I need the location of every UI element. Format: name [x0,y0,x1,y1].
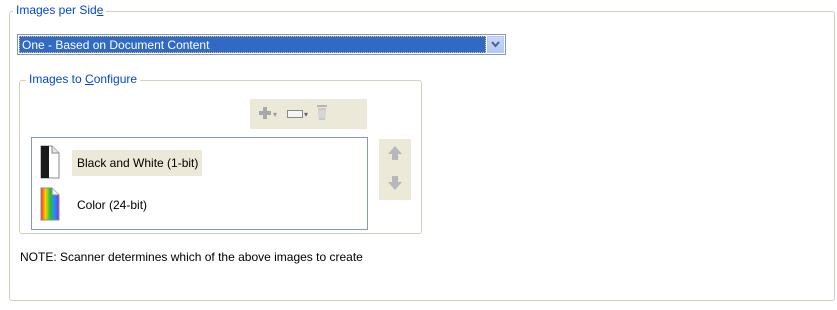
image-toolbar: ▾ ▾ [250,99,367,129]
list-item[interactable]: Color (24-bit) [35,183,151,227]
delete-button[interactable] [316,104,328,124]
list-item-label: Black and White (1-bit) [72,150,203,176]
black-white-document-icon [35,144,72,183]
chevron-down-icon[interactable] [487,36,504,53]
color-document-icon [35,186,72,225]
dropdown-selected-value[interactable]: One - Based on Document Content [19,36,486,53]
move-up-icon[interactable] [387,145,403,164]
add-icon [258,106,272,123]
note-text: NOTE: Scanner determines which of the ab… [20,250,363,264]
images-per-side-dropdown[interactable]: One - Based on Document Content [17,34,506,55]
images-list[interactable]: Black and White (1-bit) Color (24-bit) [31,137,368,230]
images-to-configure-legend: Images to Configure [26,72,141,86]
list-item[interactable]: Black and White (1-bit) [35,141,203,185]
reorder-buttons [379,139,411,200]
move-down-icon[interactable] [387,175,403,194]
images-per-side-legend: Images per Side [13,3,107,17]
image-size-button[interactable]: ▾ [287,104,308,124]
delete-icon [316,105,328,123]
list-item-label: Color (24-bit) [77,198,148,212]
image-size-icon [287,107,304,121]
add-button[interactable]: ▾ [258,104,277,124]
chevron-down-icon: ▾ [273,109,278,119]
chevron-down-icon: ▾ [304,109,309,119]
